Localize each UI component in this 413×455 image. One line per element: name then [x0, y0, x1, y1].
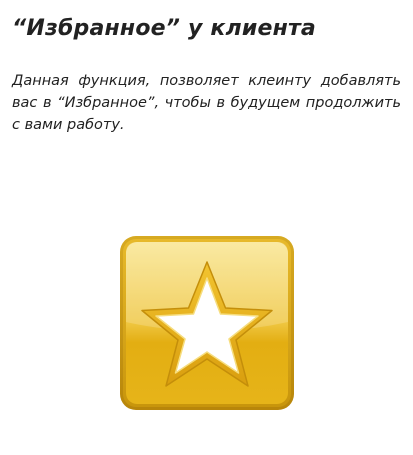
star-icon — [120, 236, 294, 410]
feature-description: Данная функция, позволяет клеинту добавл… — [12, 73, 401, 133]
page-title: “Избранное” у клиента — [12, 16, 316, 41]
favorites-badge — [118, 234, 296, 412]
